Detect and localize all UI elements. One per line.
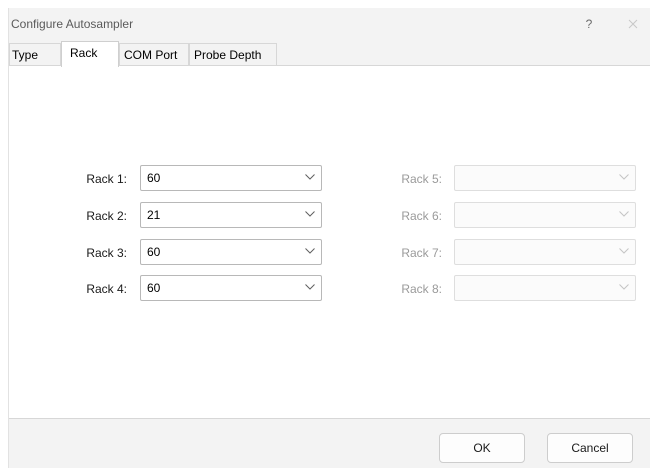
rack-tab-page: Rack 1: 60 Rack 2: 21 Rack 3: 60 Rack 4:… bbox=[9, 65, 650, 419]
rack-5-select bbox=[454, 165, 636, 191]
chevron-down-icon bbox=[305, 211, 315, 217]
cancel-button[interactable]: Cancel bbox=[547, 433, 633, 463]
close-button[interactable] bbox=[621, 12, 645, 36]
rack-4-label: Rack 4: bbox=[86, 282, 127, 296]
rack-3-label: Rack 3: bbox=[86, 246, 127, 260]
rack-1-value: 60 bbox=[147, 171, 161, 185]
chevron-down-icon bbox=[619, 284, 629, 290]
rack-8-label: Rack 8: bbox=[401, 282, 442, 296]
window-title: Configure Autosampler bbox=[11, 17, 134, 31]
chevron-down-icon bbox=[619, 174, 629, 180]
rack-7-select bbox=[454, 239, 636, 265]
tab-probe-depth[interactable]: Probe Depth bbox=[189, 43, 277, 66]
ok-button[interactable]: OK bbox=[439, 433, 525, 463]
rack-2-select[interactable]: 21 bbox=[140, 202, 322, 228]
chevron-down-icon bbox=[619, 248, 629, 254]
rack-3-value: 60 bbox=[147, 245, 161, 259]
tab-strip: Type Rack COM Port Probe Depth bbox=[9, 41, 650, 67]
rack-1-label: Rack 1: bbox=[86, 172, 127, 186]
dialog-footer: OK Cancel bbox=[9, 420, 650, 468]
configure-autosampler-dialog: Configure Autosampler ? Type Rack COM Po… bbox=[8, 8, 650, 468]
rack-7-label: Rack 7: bbox=[401, 246, 442, 260]
chevron-down-icon bbox=[619, 211, 629, 217]
tab-rack[interactable]: Rack bbox=[61, 41, 119, 67]
rack-4-select[interactable]: 60 bbox=[140, 275, 322, 301]
rack-8-select bbox=[454, 275, 636, 301]
help-button[interactable]: ? bbox=[577, 12, 601, 36]
tab-type[interactable]: Type bbox=[9, 43, 61, 66]
tab-com-port[interactable]: COM Port bbox=[119, 43, 189, 66]
rack-2-value: 21 bbox=[147, 208, 161, 222]
chevron-down-icon bbox=[305, 174, 315, 180]
rack-1-select[interactable]: 60 bbox=[140, 165, 322, 191]
chevron-down-icon bbox=[305, 248, 315, 254]
title-bar: Configure Autosampler ? bbox=[9, 8, 650, 40]
chevron-down-icon bbox=[305, 284, 315, 290]
rack-3-select[interactable]: 60 bbox=[140, 239, 322, 265]
rack-5-label: Rack 5: bbox=[401, 172, 442, 186]
rack-6-select bbox=[454, 202, 636, 228]
rack-4-value: 60 bbox=[147, 281, 161, 295]
close-icon bbox=[628, 19, 638, 29]
rack-2-label: Rack 2: bbox=[86, 209, 127, 223]
rack-6-label: Rack 6: bbox=[401, 209, 442, 223]
